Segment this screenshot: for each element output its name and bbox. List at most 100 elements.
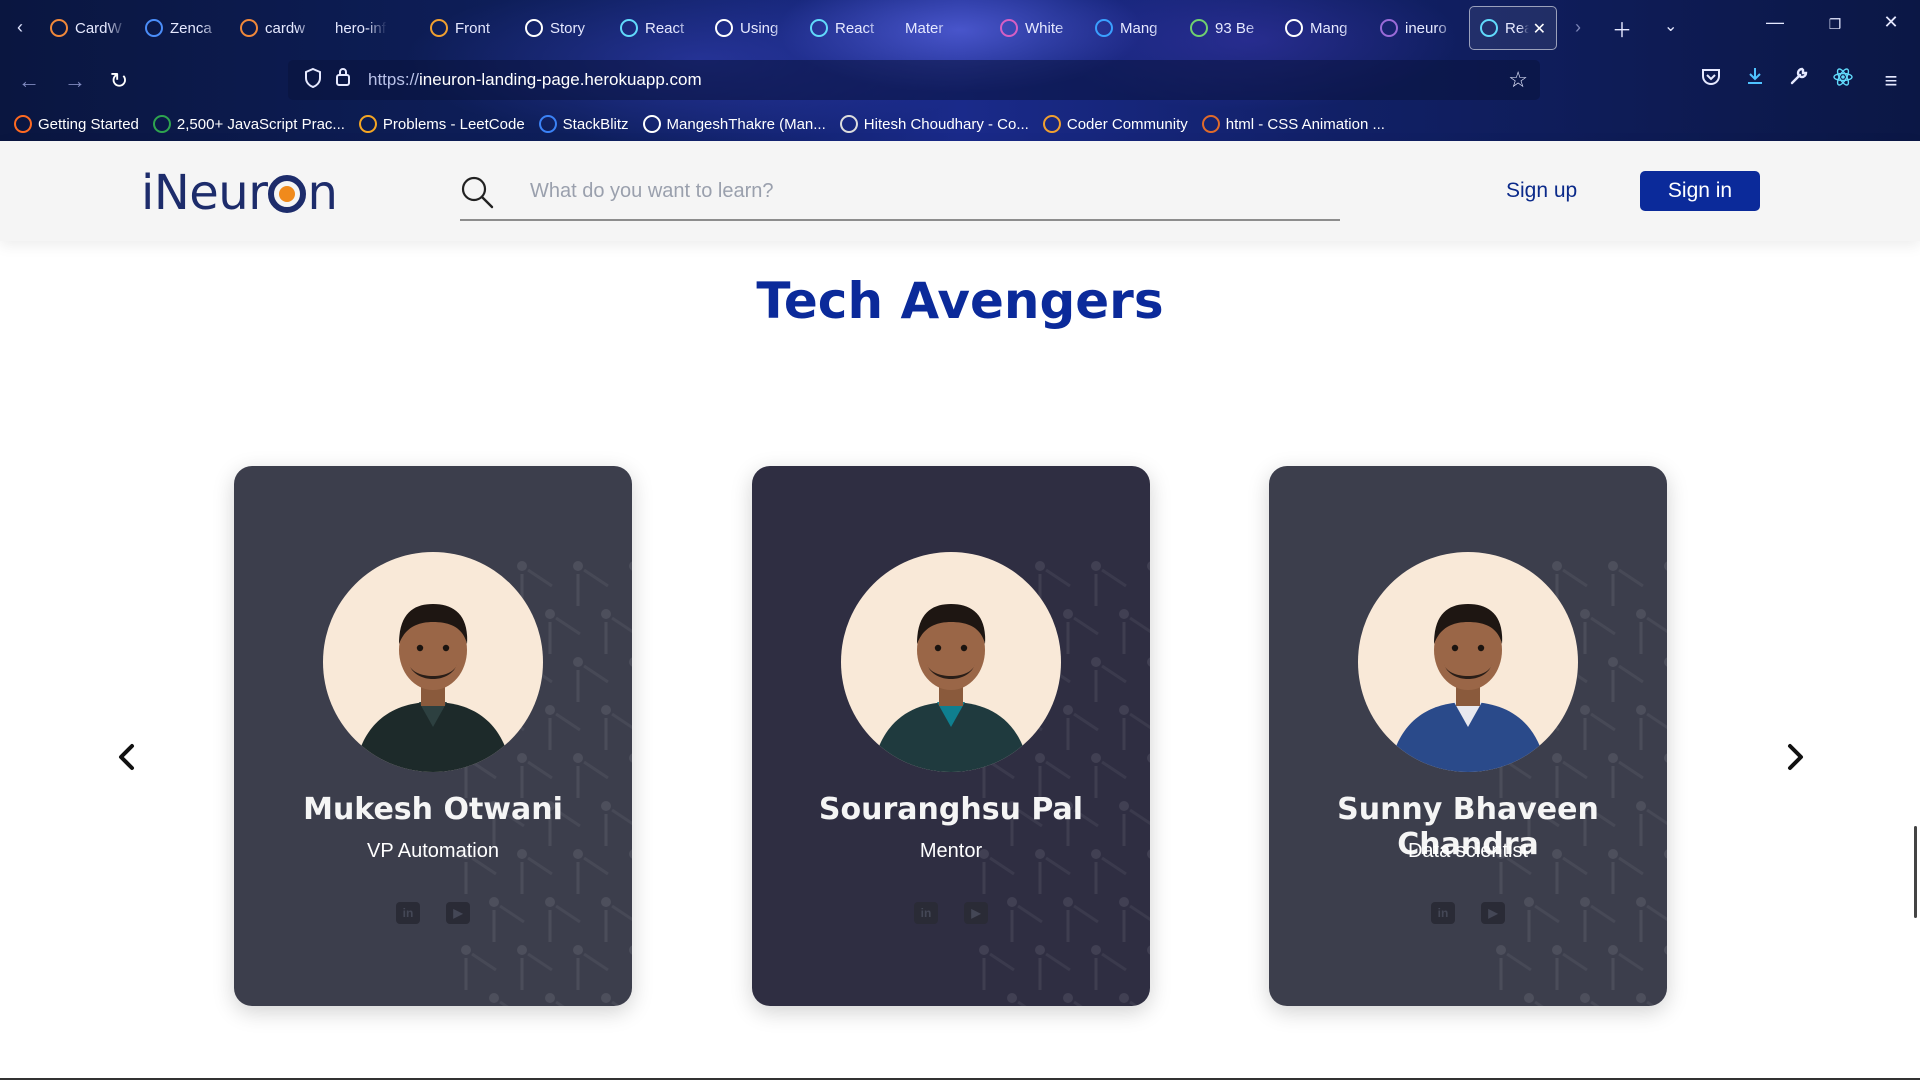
bookmark-favicon-icon xyxy=(1201,115,1220,133)
minimize-button[interactable]: — xyxy=(1752,12,1798,33)
reload-button[interactable]: ↻ xyxy=(104,66,134,96)
bookmark-item[interactable]: Coder Community xyxy=(1042,115,1188,133)
browser-tab[interactable]: Zenca xyxy=(135,6,230,50)
tab-label: React xyxy=(645,19,685,37)
bookmark-favicon-icon xyxy=(642,115,661,133)
forward-button[interactable]: → xyxy=(60,66,90,96)
tab-label: Using xyxy=(740,19,779,37)
list-all-tabs-button[interactable]: ⌄ xyxy=(1664,16,1677,36)
tab-label: Mang xyxy=(1120,19,1158,37)
tab-scroll-right-button[interactable]: › xyxy=(1566,14,1590,40)
pocket-icon[interactable] xyxy=(1696,66,1726,96)
mentor-avatar xyxy=(1358,552,1578,772)
tab-label: React xyxy=(835,19,875,37)
search-bar xyxy=(460,161,1340,221)
tab-label: 93 Be xyxy=(1215,19,1255,37)
lock-icon[interactable] xyxy=(330,67,356,93)
social-links: in ▶ xyxy=(1431,902,1505,924)
mentor-name: Mukesh Otwani xyxy=(303,792,563,827)
browser-tab[interactable]: Mang xyxy=(1275,6,1370,50)
bookmark-item[interactable]: 2,500+ JavaScript Prac... xyxy=(152,115,345,133)
search-icon[interactable] xyxy=(460,175,494,209)
react-icon xyxy=(810,19,828,37)
bookmark-item[interactable]: Hitesh Choudhary - Co... xyxy=(839,115,1029,133)
bookmark-item[interactable]: Problems - LeetCode xyxy=(358,115,525,133)
url-protocol: https:// xyxy=(368,70,420,89)
mentor-role: VP Automation xyxy=(367,840,499,862)
browser-tab[interactable]: Rea✕ xyxy=(1469,6,1557,50)
browser-tab[interactable]: React xyxy=(610,6,705,50)
logo-o-icon xyxy=(268,175,307,213)
linkedin-icon[interactable]: in xyxy=(914,902,938,924)
section-title: Tech Avengers xyxy=(756,272,1164,330)
bookmark-item[interactable]: Getting Started xyxy=(14,115,139,133)
bookmark-label: 2,500+ JavaScript Prac... xyxy=(176,115,345,133)
url-text[interactable]: https://ineuron-landing-page.herokuapp.c… xyxy=(368,70,702,90)
bookmark-star-icon[interactable]: ☆ xyxy=(1508,67,1528,93)
navigation-bar: ← → ↻ https://ineuron-landing-page.herok… xyxy=(0,58,1920,102)
page-scrollbar[interactable] xyxy=(1914,826,1917,918)
carousel-next-arrow-icon[interactable] xyxy=(1780,740,1810,774)
tab-label: ineuro xyxy=(1405,19,1447,37)
youtube-icon[interactable]: ▶ xyxy=(964,902,988,924)
sign-up-link[interactable]: Sign up xyxy=(1506,179,1577,203)
bookmark-label: Getting Started xyxy=(38,115,139,133)
bookmark-label: StackBlitz xyxy=(562,115,629,133)
menu-icon[interactable]: ≡ xyxy=(1876,66,1906,96)
wrench-icon[interactable] xyxy=(1784,66,1814,96)
browser-tab[interactable]: cardw xyxy=(230,6,325,50)
bookmark-favicon-icon xyxy=(358,115,377,133)
bookmark-item[interactable]: html - CSS Animation ... xyxy=(1201,115,1385,133)
browser-tab[interactable]: Mang xyxy=(1085,6,1180,50)
tab-list: CardW Zenca cardw hero-influ Front Story React… xyxy=(40,6,1557,50)
mentor-name: Souranghsu Pal xyxy=(818,792,1084,827)
tab-bar: ‹ CardW Zenca cardw hero-influ Front Story Rea… xyxy=(0,0,1920,54)
mentor-role: Mentor xyxy=(919,840,983,862)
bookmark-favicon-icon xyxy=(1042,115,1061,133)
browser-tab[interactable]: Using xyxy=(705,6,800,50)
linkedin-icon[interactable]: in xyxy=(396,902,420,924)
mentor-card[interactable]: Mukesh Otwani VP Automation in ▶ xyxy=(234,466,632,1006)
bookmark-label: MangeshThakre (Man... xyxy=(666,115,826,133)
search-input[interactable] xyxy=(530,173,1310,209)
back-button[interactable]: ← xyxy=(14,66,44,96)
youtube-icon[interactable]: ▶ xyxy=(446,902,470,924)
browser-tab[interactable]: Front xyxy=(420,6,515,50)
new-tab-button[interactable]: ＋ xyxy=(1612,14,1632,43)
carousel-prev-arrow-icon[interactable] xyxy=(112,740,142,774)
close-tab-icon[interactable]: ✕ xyxy=(1533,19,1546,39)
bookmark-favicon-icon xyxy=(839,115,858,133)
browser-tab[interactable]: White xyxy=(990,6,1085,50)
tab-label: Front xyxy=(455,19,491,37)
bookmarks-bar: Getting Started 2,500+ JavaScript Prac...… xyxy=(0,108,1920,140)
tab-scroll-left-button[interactable]: ‹ xyxy=(8,14,32,40)
bookmark-item[interactable]: StackBlitz xyxy=(538,115,629,133)
browser-tab[interactable]: React xyxy=(800,6,895,50)
url-bar[interactable]: https://ineuron-landing-page.herokuapp.c… xyxy=(288,60,1540,100)
browser-tab[interactable]: Mater xyxy=(895,6,990,50)
bookmark-item[interactable]: MangeshThakre (Man... xyxy=(642,115,826,133)
browser-chrome: ‹ CardW Zenca cardw hero-influ Front Story Rea… xyxy=(0,0,1920,141)
mentor-card[interactable]: Souranghsu Pal Mentor in ▶ xyxy=(752,466,1150,1006)
shield-icon[interactable] xyxy=(300,67,326,93)
h-icon xyxy=(1380,19,1398,37)
mentor-card[interactable]: Sunny Bhaveen Chandra Data scientist in ▶ xyxy=(1269,466,1667,1006)
linkedin-icon[interactable]: in xyxy=(1431,902,1455,924)
react-devtools-icon[interactable] xyxy=(1828,66,1858,96)
bookmark-favicon-icon xyxy=(538,115,557,133)
youtube-icon[interactable]: ▶ xyxy=(1481,902,1505,924)
browser-tab[interactable]: CardW xyxy=(40,6,135,50)
restore-button[interactable]: ❐ xyxy=(1812,16,1858,33)
browser-tab[interactable]: 93 Be xyxy=(1180,6,1275,50)
browser-tab[interactable]: Story xyxy=(515,6,610,50)
close-window-button[interactable]: ✕ xyxy=(1868,12,1914,33)
sign-in-button[interactable]: Sign in xyxy=(1640,171,1760,211)
ineuron-logo[interactable]: iNeur n xyxy=(141,165,338,221)
browser-tab[interactable]: hero-influ xyxy=(325,6,420,50)
site-header: iNeurn Sign up Sign in xyxy=(0,141,1920,241)
orange-bird-icon xyxy=(240,19,258,37)
drop-icon xyxy=(1000,19,1018,37)
tab-label: Zenca xyxy=(170,19,212,37)
downloads-icon[interactable] xyxy=(1740,66,1770,96)
browser-tab[interactable]: ineuro xyxy=(1370,6,1465,50)
